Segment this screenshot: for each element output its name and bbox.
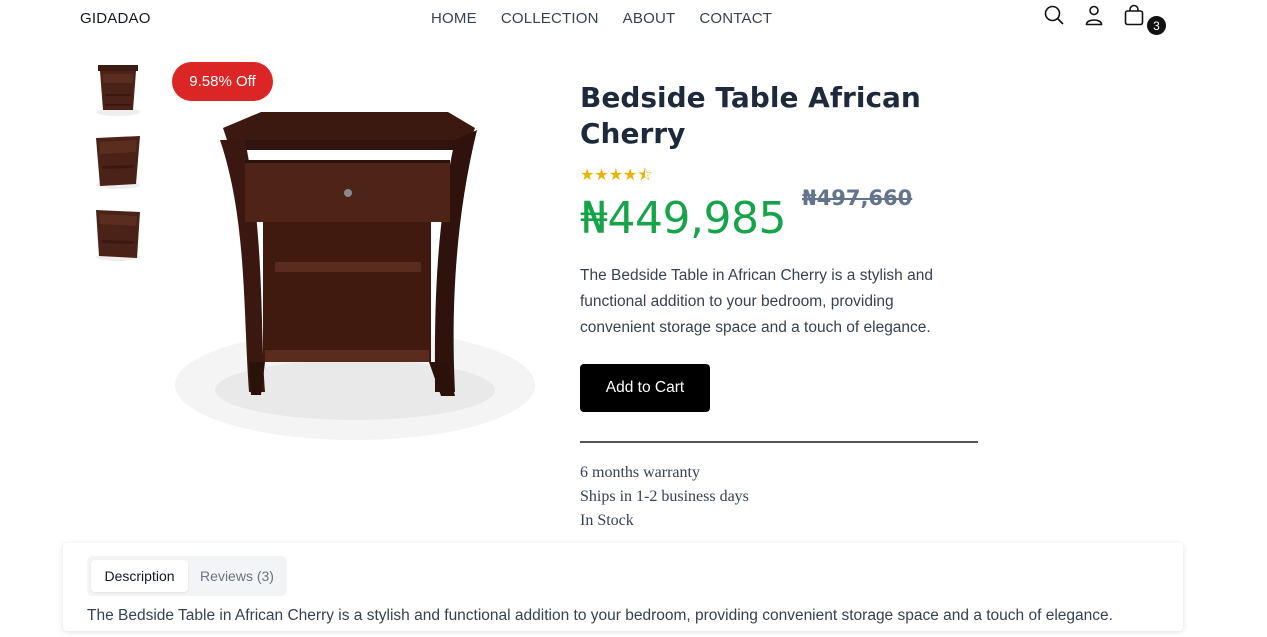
info-divider — [580, 441, 978, 443]
stock-info: In Stock — [580, 512, 634, 529]
warranty-info: 6 months warranty — [580, 464, 700, 481]
product-info-list: 6 months warranty Ships in 1-2 business … — [580, 461, 749, 533]
tab-description[interactable]: Description — [91, 560, 188, 592]
shipping-info: Ships in 1-2 business days — [580, 488, 749, 505]
nav-contact[interactable]: CONTACT — [699, 10, 772, 27]
tab-description-content: The Bedside Table in African Cherry is a… — [87, 607, 1113, 624]
product-old-price: ₦497,660 — [802, 186, 913, 210]
thumbnail-3[interactable] — [90, 204, 146, 262]
search-icon[interactable] — [1043, 4, 1065, 26]
thumbnail-1[interactable] — [90, 60, 146, 118]
discount-badge: 9.58% Off — [172, 62, 273, 101]
product-price: ₦449,985 — [580, 193, 786, 244]
nav-collection[interactable]: COLLECTION — [501, 10, 599, 27]
tab-reviews[interactable]: Reviews (3) — [192, 560, 282, 592]
user-icon[interactable] — [1083, 4, 1105, 26]
nav-home[interactable]: HOME — [431, 10, 477, 27]
thumbnail-2[interactable] — [90, 132, 146, 190]
cart-icon[interactable] — [1123, 4, 1145, 26]
product-title: Bedside Table African Cherry — [580, 81, 921, 150]
add-to-cart-button[interactable]: Add to Cart — [580, 364, 710, 412]
nav-about[interactable]: ABOUT — [623, 10, 676, 27]
product-short-description: The Bedside Table in African Cherry is a… — [580, 267, 933, 336]
main-nav: HOME COLLECTION ABOUT CONTACT — [431, 10, 772, 27]
site-logo[interactable]: GIDADAO — [80, 10, 151, 27]
cart-count-badge: 3 — [1147, 16, 1166, 35]
rating-stars: ★★★★⯪ — [580, 167, 653, 184]
product-main-image — [165, 100, 545, 440]
